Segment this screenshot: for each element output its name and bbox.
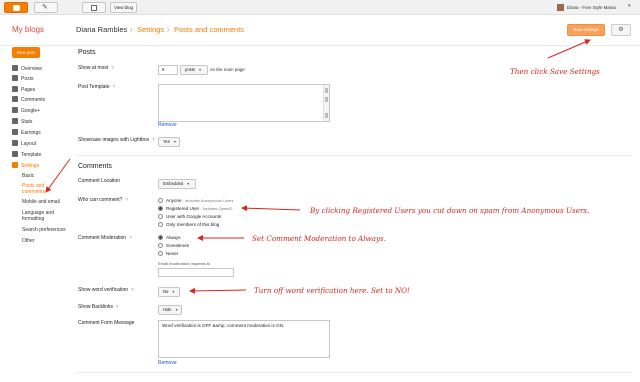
arrow-to-registered — [241, 205, 301, 212]
annotation-moderation: Set Comment Moderation to Always. — [252, 234, 387, 243]
annotation-word-verification: Turn off word verification here. Set to … — [254, 286, 410, 295]
annotation-registered: By clicking Registered Users you cut dow… — [310, 206, 590, 215]
annotation-arrows — [45, 39, 591, 294]
arrow-to-settings — [45, 158, 71, 193]
annotation-save: Then click Save Settings — [510, 67, 600, 76]
arrow-to-word-verif — [189, 287, 247, 294]
arrow-to-save — [547, 39, 591, 59]
